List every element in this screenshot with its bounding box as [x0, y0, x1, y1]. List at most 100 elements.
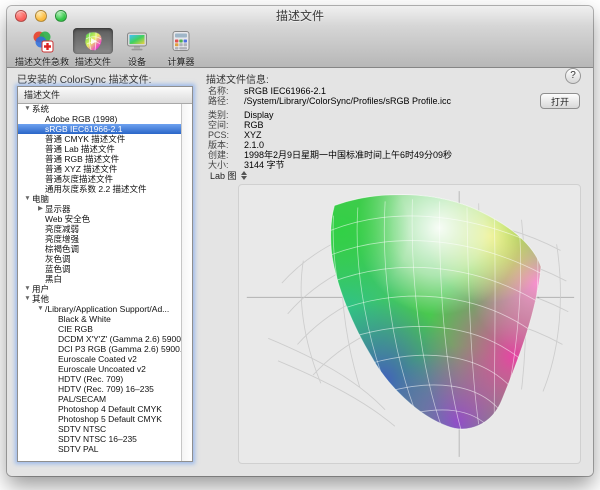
tree-item[interactable]: 棕褐色调: [18, 244, 181, 254]
devices-icon: [117, 28, 157, 54]
disclosure-triangle-icon[interactable]: [23, 194, 32, 204]
tree-item[interactable]: 普通 Lab 描述文件: [18, 144, 181, 154]
gamut-3d-view: [239, 185, 580, 463]
tree-item[interactable]: Adobe RGB (1998): [18, 114, 181, 124]
tree-item[interactable]: Photoshop 5 Default CMYK: [18, 414, 181, 424]
lab-plot-popup[interactable]: Lab 图: [210, 169, 247, 182]
tree-item[interactable]: 其他: [18, 294, 181, 304]
tree-item[interactable]: 黑白: [18, 274, 181, 284]
tree-item-label: Euroscale Uncoated v2: [58, 364, 146, 374]
toolbar-label: 描述文件急救: [15, 55, 69, 68]
tree-item[interactable]: Black & White: [18, 314, 181, 324]
tree-item[interactable]: sRGB IEC61966-2.1: [18, 124, 181, 134]
profiles-listbox: 描述文件 系统 Adobe RGB (1998) sRGB IEC61966-2…: [17, 86, 193, 462]
info-row: 创建: 1998年2月9日星期一中国标准时间上午6时49分09秒: [208, 150, 533, 160]
disclosure-triangle-icon[interactable]: [23, 104, 32, 114]
toolbar-calculator[interactable]: 计算器: [161, 26, 201, 68]
info-value: RGB: [244, 120, 264, 130]
profiles-tree: 系统 Adobe RGB (1998) sRGB IEC61966-2.1 普通…: [18, 104, 181, 461]
tree-item-label: PAL/SECAM: [58, 394, 106, 404]
disclosure-triangle-icon[interactable]: [36, 304, 45, 314]
tree-item-label: Web 安全色: [45, 214, 90, 224]
tree-item-label: HDTV (Rec. 709) 16–235: [58, 384, 154, 394]
tree-item-label: Adobe RGB (1998): [45, 114, 117, 124]
disclosure-triangle-icon[interactable]: [23, 284, 32, 294]
info-value: Display: [244, 110, 274, 120]
tree-item[interactable]: 普通 RGB 描述文件: [18, 154, 181, 164]
tree-item-label: Black & White: [58, 314, 111, 324]
tree-item-label: 灰色调: [45, 254, 71, 264]
profile-info-rows: 名称: sRGB IEC61966-2.1 路径: /System/Librar…: [208, 86, 533, 170]
tree-item[interactable]: 显示器: [18, 204, 181, 214]
tree-item-label: SDTV NTSC: [58, 424, 106, 434]
tree-item[interactable]: DCI P3 RGB (Gamma 2.6) 5900...: [18, 344, 181, 354]
list-column-header[interactable]: 描述文件: [18, 87, 192, 104]
info-value: 3144 字节: [244, 160, 285, 170]
tree-item[interactable]: Euroscale Uncoated v2: [18, 364, 181, 374]
toolbar-profile-first-aid[interactable]: 描述文件急救: [15, 26, 69, 68]
tree-item[interactable]: DCDM X'Y'Z' (Gamma 2.6) 5900...: [18, 334, 181, 344]
tree-item[interactable]: 亮度增强: [18, 234, 181, 244]
help-button[interactable]: ?: [565, 68, 581, 84]
info-label: 创建:: [208, 150, 244, 160]
tree-item[interactable]: CIE RGB: [18, 324, 181, 334]
tree-item[interactable]: 普通灰度描述文件: [18, 174, 181, 184]
info-label: 名称:: [208, 86, 244, 96]
profile-info-heading: 描述文件信息:: [206, 71, 269, 86]
tree-item[interactable]: 灰色调: [18, 254, 181, 264]
info-label: PCS:: [208, 130, 244, 140]
info-row: 名称: sRGB IEC61966-2.1: [208, 86, 533, 96]
tree-item-label: 显示器: [45, 204, 71, 214]
tree-item-label: 通用灰度系数 2.2 描述文件: [45, 184, 147, 194]
tree-item[interactable]: 亮度减弱: [18, 224, 181, 234]
popup-arrows-icon: [241, 171, 247, 180]
info-label: 路径:: [208, 96, 244, 106]
tree-item[interactable]: 普通 XYZ 描述文件: [18, 164, 181, 174]
tree-item-label: 普通 XYZ 描述文件: [45, 164, 117, 174]
profiles-icon: [73, 28, 113, 54]
tree-item[interactable]: 系统: [18, 104, 181, 114]
tree-item[interactable]: SDTV NTSC: [18, 424, 181, 434]
profile-first-aid-icon: [22, 28, 62, 54]
tree-item[interactable]: 用户: [18, 284, 181, 294]
tree-item[interactable]: SDTV NTSC 16–235: [18, 434, 181, 444]
disclosure-triangle-icon[interactable]: [36, 204, 45, 214]
tree-item[interactable]: Euroscale Coated v2: [18, 354, 181, 364]
tree-item-label: Euroscale Coated v2: [58, 354, 137, 364]
tree-item[interactable]: 蓝色调: [18, 264, 181, 274]
info-value: sRGB IEC61966-2.1: [244, 86, 326, 96]
toolbar-profiles[interactable]: 描述文件: [73, 26, 113, 68]
titlebar[interactable]: 描述文件: [7, 6, 593, 26]
toolbar-label: 计算器: [168, 55, 195, 68]
tree-item[interactable]: Photoshop 4 Default CMYK: [18, 404, 181, 414]
lab-gamut-plot[interactable]: [238, 184, 581, 464]
info-row: 空间: RGB: [208, 120, 533, 130]
tree-item[interactable]: PAL/SECAM: [18, 394, 181, 404]
tree-item-label: /Library/Application Support/Ad...: [45, 304, 169, 314]
info-value: 1998年2月9日星期一中国标准时间上午6时49分09秒: [244, 150, 452, 160]
toolbar-devices[interactable]: 设备: [117, 26, 157, 68]
tree-item[interactable]: 电脑: [18, 194, 181, 204]
toolbar-label: 设备: [128, 55, 146, 68]
tree-item[interactable]: /Library/Application Support/Ad...: [18, 304, 181, 314]
tree-item[interactable]: 普通 CMYK 描述文件: [18, 134, 181, 144]
info-row: 类别: Display: [208, 110, 533, 120]
tree-item[interactable]: SDTV PAL: [18, 444, 181, 454]
tree-item[interactable]: 通用灰度系数 2.2 描述文件: [18, 184, 181, 194]
info-value: /System/Library/ColorSync/Profiles/sRGB …: [244, 96, 451, 106]
tree-item-label: SDTV PAL: [58, 444, 98, 454]
tree-item[interactable]: HDTV (Rec. 709) 16–235: [18, 384, 181, 394]
open-button[interactable]: 打开: [540, 93, 580, 109]
disclosure-triangle-icon[interactable]: [23, 294, 32, 304]
tree-item[interactable]: HDTV (Rec. 709): [18, 374, 181, 384]
info-row: PCS: XYZ: [208, 130, 533, 140]
list-scrollbar[interactable]: [181, 104, 192, 461]
toolbar-label: 描述文件: [75, 55, 111, 68]
info-row: 版本: 2.1.0: [208, 140, 533, 150]
lab-plot-popup-label: Lab 图: [210, 169, 237, 182]
tree-item[interactable]: Web 安全色: [18, 214, 181, 224]
installed-profiles-heading: 已安装的 ColorSync 描述文件:: [17, 71, 151, 86]
info-value: XYZ: [244, 130, 262, 140]
info-row: 路径: /System/Library/ColorSync/Profiles/s…: [208, 96, 533, 106]
tree-item-label: Photoshop 5 Default CMYK: [58, 414, 162, 424]
